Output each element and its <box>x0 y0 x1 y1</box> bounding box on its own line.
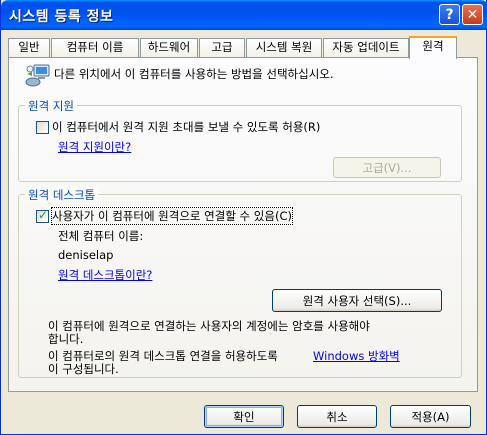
remote-desktop-checkbox-label[interactable]: 사용자가 이 컴퓨터에 원격으로 연결할 수 있음(C) <box>51 207 293 225</box>
computer-name-value: deniselap <box>58 248 114 262</box>
remote-assistance-help-link[interactable]: 원격 지원이란? <box>58 139 131 155</box>
password-note-line1: 이 컴퓨터에 원격으로 연결하는 사용자의 계정에는 암호를 사용해야 <box>48 319 370 333</box>
tab-hardware[interactable]: 하드웨어 <box>140 38 198 57</box>
remote-desktop-group: 원격 데스크톱 ✓ 사용자가 이 컴퓨터에 원격으로 연결할 수 있음(C) 전… <box>18 187 462 378</box>
apply-button[interactable]: 적용(A) <box>390 405 471 428</box>
tab-strip: 일반 컴퓨터 이름 하드웨어 고급 시스템 복원 자동 업데이트 원격 <box>8 36 478 59</box>
advanced-button[interactable]: 고급(V)... <box>333 157 441 178</box>
system-properties-window: 시스템 등록 정보 ? ✕ 일반 컴퓨터 이름 하드웨어 고급 시스템 복원 자… <box>0 0 487 435</box>
tab-computer-name[interactable]: 컴퓨터 이름 <box>51 38 139 57</box>
tab-remote[interactable]: 원격 <box>409 36 457 59</box>
remote-desktop-group-label: 원격 데스크톱 <box>25 187 99 203</box>
remote-desktop-checkbox[interactable]: ✓ <box>36 208 49 223</box>
help-button[interactable]: ? <box>439 4 460 25</box>
tab-system-restore[interactable]: 시스템 복원 <box>246 38 322 57</box>
close-button[interactable]: ✕ <box>462 4 483 25</box>
help-icon: ? <box>445 6 454 23</box>
title-bar[interactable]: 시스템 등록 정보 ? ✕ <box>1 0 487 30</box>
remote-assistance-group: 원격 지원 이 컴퓨터에서 원격 지원 초대를 보낼 수 있도록 허용(R) 원… <box>18 98 462 182</box>
password-note-line2: 합니다. <box>48 332 84 346</box>
tab-general[interactable]: 일반 <box>8 38 50 57</box>
checkmark-icon: ✓ <box>38 208 49 222</box>
remote-tab-panel: 다른 위치에서 이 컴퓨터를 사용하는 방법을 선택하십시오. 원격 지원 이 … <box>8 57 478 392</box>
tab-automatic-updates[interactable]: 자동 업데이트 <box>323 38 409 57</box>
tab-advanced[interactable]: 고급 <box>199 38 245 57</box>
ok-button[interactable]: 확인 <box>204 405 284 428</box>
remote-computer-icon <box>25 64 50 87</box>
window-title: 시스템 등록 정보 <box>9 9 114 25</box>
remote-desktop-help-link[interactable]: 원격 데스크톱이란? <box>58 267 152 283</box>
computer-name-label: 전체 컴퓨터 이름: <box>58 229 144 243</box>
remote-assistance-checkbox[interactable] <box>36 121 49 134</box>
windows-firewall-link[interactable]: Windows 방화벽 <box>313 348 400 364</box>
remote-assistance-group-label: 원격 지원 <box>25 98 77 114</box>
intro-text: 다른 위치에서 이 컴퓨터를 사용하는 방법을 선택하십시오. <box>54 67 334 81</box>
cancel-button[interactable]: 취소 <box>297 405 377 428</box>
close-icon: ✕ <box>466 6 479 23</box>
select-remote-users-button[interactable]: 원격 사용자 선택(S)... <box>272 289 442 312</box>
remote-assistance-checkbox-label[interactable]: 이 컴퓨터에서 원격 지원 초대를 보낼 수 있도록 허용(R) <box>52 119 320 135</box>
firewall-note-line2: 이 구성됩니다. <box>48 362 119 376</box>
